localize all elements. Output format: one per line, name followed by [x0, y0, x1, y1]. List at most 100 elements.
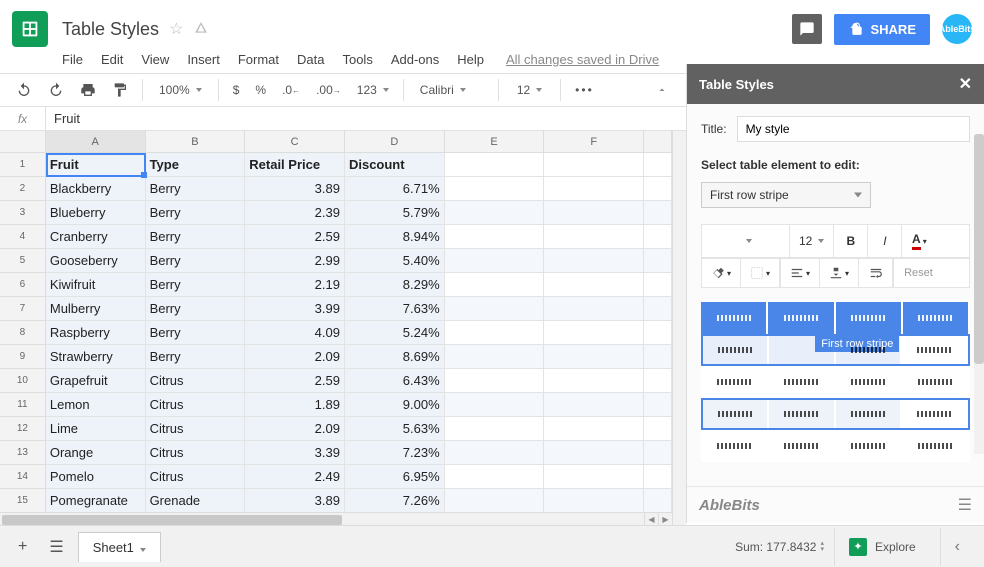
cell[interactable]: 8.69% [345, 345, 445, 369]
preview-header-row[interactable] [701, 302, 970, 334]
cell[interactable]: 7.23% [345, 441, 445, 465]
menu-data[interactable]: Data [297, 52, 324, 67]
cell[interactable] [544, 321, 644, 345]
cell[interactable] [644, 489, 672, 513]
italic-btn[interactable]: I [868, 225, 902, 257]
doc-title[interactable]: Table Styles [62, 19, 159, 40]
row-header[interactable]: 5 [0, 249, 46, 273]
row-header[interactable]: 7 [0, 297, 46, 321]
font-family-select[interactable]: Calibri [412, 79, 490, 101]
element-select[interactable]: First row stripe [701, 182, 871, 208]
format-currency[interactable]: $ [227, 79, 246, 101]
wrap-btn[interactable] [859, 259, 893, 287]
cell[interactable]: Citrus [146, 393, 246, 417]
preview-first-stripe[interactable]: First row stripe [701, 334, 970, 366]
cell[interactable]: Citrus [146, 465, 246, 489]
move-to-drive-icon[interactable] [193, 21, 209, 38]
table-row[interactable]: 4CranberryBerry2.598.94% [0, 225, 672, 249]
fx-icon[interactable]: fx [0, 107, 46, 130]
cell[interactable] [445, 369, 545, 393]
cell[interactable]: 2.09 [245, 417, 345, 441]
cell[interactable]: 2.59 [245, 369, 345, 393]
cell[interactable]: 6.95% [345, 465, 445, 489]
menu-insert[interactable]: Insert [187, 52, 220, 67]
cell[interactable]: Pomelo [46, 465, 146, 489]
cell[interactable] [544, 441, 644, 465]
col-header-f[interactable]: F [544, 131, 644, 153]
row-header[interactable]: 11 [0, 393, 46, 417]
increase-decimal[interactable]: .00→ [310, 79, 347, 101]
col-header-d[interactable]: D [345, 131, 445, 153]
cell[interactable] [644, 465, 672, 489]
cell[interactable] [544, 345, 644, 369]
cell[interactable] [445, 273, 545, 297]
cell[interactable]: Cranberry [46, 225, 146, 249]
row-header[interactable]: 9 [0, 345, 46, 369]
cell[interactable]: 2.39 [245, 201, 345, 225]
vertical-scrollbar[interactable] [672, 131, 686, 526]
cell[interactable]: Grapefruit [46, 369, 146, 393]
cell[interactable] [445, 489, 545, 513]
cell[interactable]: Berry [146, 321, 246, 345]
borders-btn[interactable]: ▾ [741, 259, 780, 287]
cell[interactable]: 6.43% [345, 369, 445, 393]
row-header[interactable]: 10 [0, 369, 46, 393]
format-percent[interactable]: % [249, 79, 272, 101]
col-header-extra[interactable] [644, 131, 672, 153]
table-row[interactable]: 5GooseberryBerry2.995.40% [0, 249, 672, 273]
cell[interactable] [544, 201, 644, 225]
menu-tools[interactable]: Tools [342, 52, 372, 67]
cell[interactable]: Berry [146, 297, 246, 321]
table-row[interactable]: 13OrangeCitrus3.397.23% [0, 441, 672, 465]
select-all-corner[interactable] [0, 131, 46, 153]
table-row[interactable]: 7MulberryBerry3.997.63% [0, 297, 672, 321]
cell[interactable] [445, 321, 545, 345]
cell[interactable]: Berry [146, 225, 246, 249]
table-row[interactable]: 12LimeCitrus2.095.63% [0, 417, 672, 441]
cell[interactable]: Retail Price [245, 153, 345, 177]
zoom-select[interactable]: 100% [151, 79, 210, 101]
style-title-input[interactable] [737, 116, 970, 142]
bold-btn[interactable]: B [834, 225, 868, 257]
add-sheet-icon[interactable]: + [10, 532, 35, 562]
cell[interactable] [445, 417, 545, 441]
formula-input[interactable]: Fruit [46, 111, 88, 126]
cell[interactable]: 8.94% [345, 225, 445, 249]
row-header[interactable]: 1 [0, 153, 46, 177]
cell[interactable] [644, 297, 672, 321]
preview-row-4[interactable] [701, 398, 970, 430]
cell[interactable]: 3.89 [245, 177, 345, 201]
cell[interactable]: 9.00% [345, 393, 445, 417]
cell[interactable] [644, 153, 672, 177]
cell[interactable]: Lime [46, 417, 146, 441]
cell[interactable]: Pomegranate [46, 489, 146, 513]
cell[interactable] [544, 393, 644, 417]
cell[interactable] [644, 201, 672, 225]
cell[interactable] [544, 225, 644, 249]
cell[interactable]: 2.99 [245, 249, 345, 273]
cell[interactable] [544, 273, 644, 297]
sidebar-scrollbar[interactable] [974, 134, 984, 454]
cell[interactable]: Mulberry [46, 297, 146, 321]
star-icon[interactable]: ☆ [169, 19, 183, 39]
cell[interactable] [445, 153, 545, 177]
cell[interactable]: 8.29% [345, 273, 445, 297]
cell[interactable] [644, 441, 672, 465]
cell[interactable]: Citrus [146, 417, 246, 441]
table-row[interactable]: 8RaspberryBerry4.095.24% [0, 321, 672, 345]
cell[interactable]: 1.89 [245, 393, 345, 417]
cell[interactable]: 7.26% [345, 489, 445, 513]
table-row[interactable]: 2BlackberryBerry3.896.71% [0, 177, 672, 201]
row-header[interactable]: 2 [0, 177, 46, 201]
preview-row-3[interactable] [701, 366, 970, 398]
cell[interactable] [544, 465, 644, 489]
cell[interactable] [644, 249, 672, 273]
cell[interactable] [445, 345, 545, 369]
cell[interactable]: 2.59 [245, 225, 345, 249]
cell[interactable] [445, 297, 545, 321]
table-row[interactable]: 10GrapefruitCitrus2.596.43% [0, 369, 672, 393]
cell[interactable] [644, 321, 672, 345]
save-status[interactable]: All changes saved in Drive [506, 52, 659, 67]
cell[interactable]: Fruit [46, 153, 146, 177]
cell[interactable] [445, 225, 545, 249]
